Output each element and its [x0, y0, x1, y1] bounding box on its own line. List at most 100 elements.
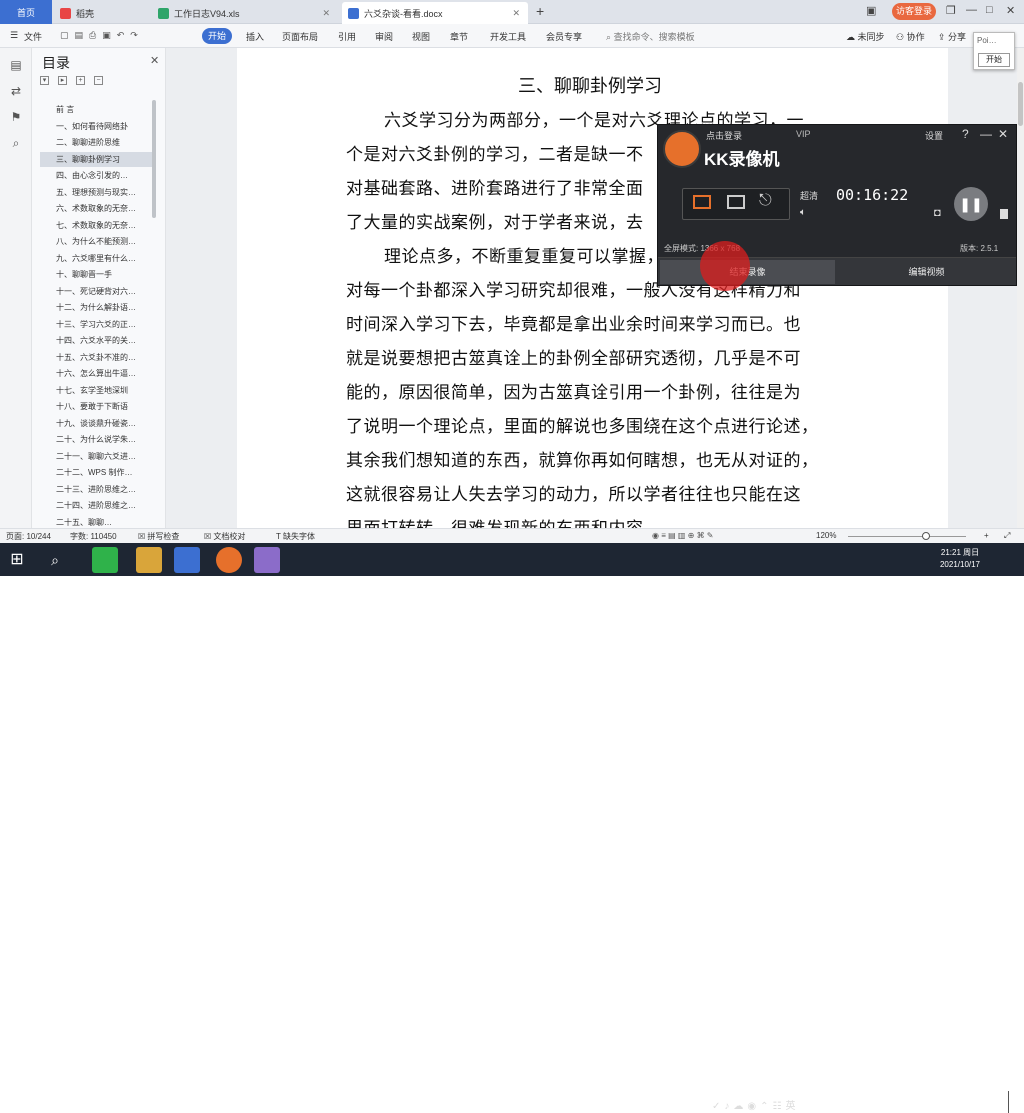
kk-settings[interactable]: 设置	[925, 129, 943, 142]
fullscreen-mode-icon[interactable]	[693, 195, 711, 209]
quick-access-icons[interactable]: ▢▤⎙▣↶↷	[60, 30, 144, 41]
quality-label[interactable]: 超清	[800, 189, 818, 202]
menu-view[interactable]: 视图	[412, 30, 430, 43]
collapse-icon[interactable]: ▸	[58, 76, 67, 85]
tab-home[interactable]: 首页	[0, 0, 52, 24]
tab-docer[interactable]: 稻壳	[54, 2, 150, 24]
share-button[interactable]: ⇪ 分享	[938, 30, 966, 43]
toc-item[interactable]: 七、术数取象的无奈…	[40, 218, 152, 233]
menu-member[interactable]: 会员专享	[546, 30, 582, 43]
kk-login-link[interactable]: 点击登录	[706, 129, 742, 142]
wps-icon[interactable]	[174, 547, 200, 573]
toc-item[interactable]: 二十二、WPS 制作…	[40, 465, 152, 480]
toc-icon[interactable]: ▤	[9, 58, 23, 72]
volume-icon[interactable]: 🔈︎	[800, 207, 806, 218]
toc-item[interactable]: 八、为什么不能预测…	[40, 234, 152, 249]
search-command[interactable]: ⌕ 查找命令、搜索模板	[606, 30, 695, 43]
expand-icon[interactable]: ▾	[40, 76, 49, 85]
toc-item[interactable]: 二十、为什么说学朱…	[40, 432, 152, 447]
word-count[interactable]: 字数: 110450	[70, 531, 117, 542]
layout-icon[interactable]: ▣	[866, 4, 876, 17]
login-button[interactable]: 访客登录	[892, 3, 936, 20]
toc-item[interactable]: 三、聊聊卦例学习	[40, 151, 152, 167]
close-icon[interactable]: ✕	[322, 8, 330, 19]
toc-item[interactable]: 十五、六爻卦不准的…	[40, 350, 152, 365]
close-window-icon[interactable]: ✕	[1006, 4, 1015, 17]
toc-item[interactable]: 十一、死记硬背对六…	[40, 284, 152, 299]
toc-item[interactable]: 十八、要敢于下断语	[40, 399, 152, 414]
system-tray-icons[interactable]: ✓♪☁◉⌃☷英	[712, 1097, 799, 1112]
windows-start-icon[interactable]: ⊞	[4, 547, 30, 573]
close-icon[interactable]: ✕	[512, 8, 520, 19]
remove-heading-icon[interactable]: −	[94, 76, 103, 85]
menu-review[interactable]: 审阅	[375, 30, 393, 43]
zoom-level[interactable]: 120%	[816, 531, 836, 540]
close-icon[interactable]: ✕	[150, 54, 159, 67]
show-desktop[interactable]	[1008, 1091, 1018, 1113]
help-icon[interactable]: ?	[962, 127, 969, 141]
add-heading-icon[interactable]: +	[76, 76, 85, 85]
minimize-icon[interactable]: —	[980, 127, 992, 141]
popup-start-button[interactable]: 开始	[978, 53, 1010, 67]
fit-icon[interactable]: ⤢	[1004, 531, 1010, 541]
view-mode-icons[interactable]: ◉ ≡ ▤ ▥ ⊕ ⌘ ✎	[652, 531, 714, 540]
toc-item[interactable]: 二十四、进阶思维之…	[40, 498, 152, 513]
document-scroll-thumb[interactable]	[1018, 82, 1023, 126]
minimize-icon[interactable]: —	[966, 4, 977, 16]
toc-item[interactable]: 六、术数取象的无奈…	[40, 201, 152, 216]
tab-worklog[interactable]: 工作日志V94.xls ✕	[152, 2, 338, 24]
zoom-slider[interactable]	[848, 536, 966, 537]
toc-item[interactable]: 九、六爻哪里有什么…	[40, 251, 152, 266]
stop-icon[interactable]	[1000, 209, 1008, 219]
toc-item[interactable]: 前 言	[40, 102, 152, 117]
missing-font[interactable]: T 缺失字体	[276, 531, 315, 542]
wechat-icon[interactable]	[92, 547, 118, 573]
menu-icon[interactable]: ☰	[10, 30, 18, 41]
toc-scrollbar[interactable]	[152, 100, 156, 218]
system-clock[interactable]: 21:21 周日 2021/10/17	[934, 547, 986, 571]
screenshot-icon[interactable]: ◘	[934, 207, 941, 219]
menu-references[interactable]: 引用	[338, 30, 356, 43]
sync-status[interactable]: ☁ 未同步	[846, 30, 885, 43]
maximize-icon[interactable]: □	[986, 4, 993, 16]
kk-vip-link[interactable]: VIP	[796, 129, 811, 139]
game-mode-icon[interactable]: ⎋	[759, 192, 772, 210]
close-icon[interactable]: ✕	[998, 127, 1008, 141]
toc-item[interactable]: 二、聊聊进阶思维	[40, 135, 152, 150]
toc-item[interactable]: 二十三、进阶思维之…	[40, 482, 152, 497]
menu-layout[interactable]: 页面布局	[282, 30, 318, 43]
menu-dev-tools[interactable]: 开发工具	[490, 30, 526, 43]
menu-insert[interactable]: 插入	[246, 30, 264, 43]
bookmark-icon[interactable]: ⚑	[9, 110, 23, 124]
zoom-slider-knob[interactable]	[922, 532, 930, 540]
new-tab-icon[interactable]: +	[536, 3, 544, 19]
proofread[interactable]: ☒ 文档校对	[204, 531, 245, 542]
toc-item[interactable]: 十二、为什么解卦语…	[40, 300, 152, 315]
toc-item[interactable]: 十四、六爻水平的关…	[40, 333, 152, 348]
search-icon[interactable]: ⌕	[42, 547, 68, 573]
find-icon[interactable]: ⌕	[9, 136, 23, 150]
menu-file[interactable]: 文件	[24, 30, 42, 43]
file-explorer-icon[interactable]	[136, 547, 162, 573]
toc-item[interactable]: 四、由心念引发的…	[40, 168, 152, 183]
page-indicator[interactable]: 页面: 10/244	[6, 531, 51, 542]
spell-check[interactable]: ☒ 拼写检查	[138, 531, 179, 542]
menu-start[interactable]: 开始	[202, 28, 232, 44]
toc-item[interactable]: 十三、学习六爻的正…	[40, 317, 152, 332]
menu-chapter[interactable]: 章节	[450, 30, 468, 43]
toc-item[interactable]: 五、理想预测与现实…	[40, 185, 152, 200]
zoom-in-icon[interactable]: +	[984, 531, 989, 540]
toc-item[interactable]: 十、聊聊晋一手	[40, 267, 152, 282]
region-mode-icon[interactable]	[727, 195, 745, 209]
toc-item[interactable]: 十九、谈谈鼎升碰瓷…	[40, 416, 152, 431]
kk-recorder-icon[interactable]	[216, 547, 242, 573]
toc-item[interactable]: 二十一、聊聊六爻进…	[40, 449, 152, 464]
edit-video-button[interactable]: 编辑视频	[839, 260, 1014, 284]
toc-item[interactable]: 十七、玄学圣地深圳	[40, 383, 152, 398]
toc-item[interactable]: 十六、怎么算出牛逼…	[40, 366, 152, 381]
restore-down-icon[interactable]: ❐	[946, 4, 956, 17]
navigation-icon[interactable]: ⇄	[9, 84, 23, 98]
collab-button[interactable]: ⚇ 协作	[896, 30, 925, 43]
video-editor-icon[interactable]	[254, 547, 280, 573]
pause-button[interactable]: ❚❚	[954, 187, 988, 221]
